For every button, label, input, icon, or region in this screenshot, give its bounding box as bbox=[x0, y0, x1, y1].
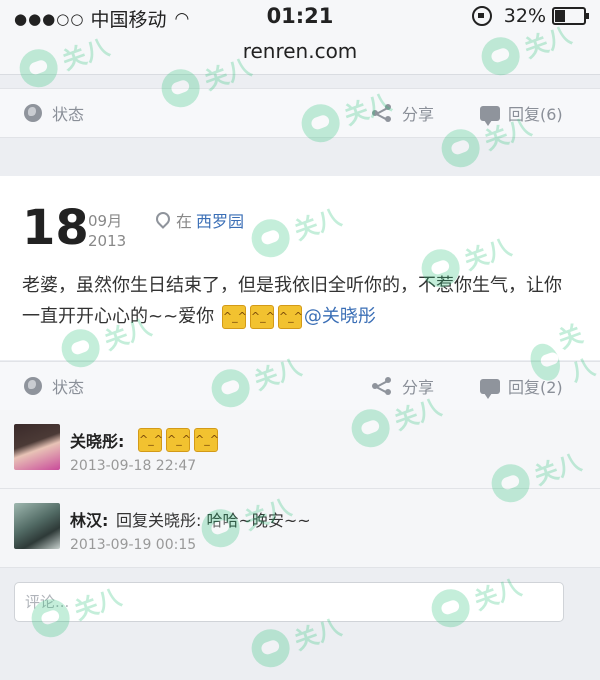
post-action-bar: 状态 分享 回复(2) bbox=[0, 361, 600, 411]
reply-button[interactable]: 回复(6) bbox=[480, 89, 563, 137]
status-right: 32% bbox=[471, 5, 589, 27]
comment-time: 2013-09-18 22:47 bbox=[70, 458, 197, 474]
comment-bubble-icon bbox=[480, 378, 500, 399]
emoji-face-icon: ^_^ bbox=[194, 428, 219, 452]
location-pin-icon bbox=[153, 209, 173, 229]
comment-input-area bbox=[0, 568, 600, 642]
post-reply-button[interactable]: 回复(2) bbox=[480, 362, 563, 410]
post-year: 2013 bbox=[88, 232, 127, 250]
status-bar: ●●●○○ 中国移动 ◠ 01:21 32% bbox=[0, 0, 600, 34]
battery-icon bbox=[552, 7, 589, 25]
url-text[interactable]: renren.com bbox=[243, 39, 358, 63]
share-icon bbox=[372, 104, 394, 122]
avatar[interactable] bbox=[14, 503, 60, 549]
globe-icon bbox=[24, 377, 42, 395]
comment-input[interactable] bbox=[14, 582, 564, 622]
post-status-button[interactable]: 状态 bbox=[24, 362, 84, 410]
emoji-face-icon: ^_^ bbox=[166, 428, 191, 452]
post-day: 18 bbox=[22, 200, 89, 256]
address-bar[interactable]: renren.com bbox=[0, 34, 600, 75]
share-button[interactable]: 分享 bbox=[372, 89, 434, 137]
post-content: 老婆，虽然你生日结束了，但是我依旧全听你的，不惹你生气，让你一直开开心心的~~爱… bbox=[22, 270, 577, 332]
comment-item: 关晓彤: ^_^ ^_^ ^_^ 2013-09-18 22:47 bbox=[0, 410, 600, 489]
emoji-face-icon: ^_^ bbox=[138, 428, 163, 452]
globe-icon bbox=[24, 104, 42, 122]
top-action-bar: 状态 分享 回复(6) bbox=[0, 88, 600, 138]
share-label: 分享 bbox=[402, 105, 435, 124]
post-card: 18 09月 2013 在 西罗园 老婆，虽然你生日结束了，但是我依旧全听你的，… bbox=[0, 176, 600, 360]
post-share-button[interactable]: 分享 bbox=[372, 362, 434, 410]
comment-author[interactable]: 关晓彤: bbox=[70, 428, 124, 452]
post-reply-label: 回复(2) bbox=[508, 378, 563, 397]
post-share-label: 分享 bbox=[402, 378, 435, 397]
avatar[interactable] bbox=[14, 424, 60, 470]
mention-link[interactable]: @关晓彤 bbox=[304, 306, 376, 327]
status-button[interactable]: 状态 bbox=[24, 89, 84, 137]
comment-text: ^_^ ^_^ ^_^ bbox=[136, 428, 220, 452]
rotation-lock-icon bbox=[471, 6, 492, 26]
post-month: 09月 bbox=[88, 212, 123, 230]
location-prefix: 在 bbox=[176, 212, 193, 231]
share-icon bbox=[372, 377, 394, 395]
comment-item: 林汉: 回复关晓彤: 哈哈~晚安~~ 2013-09-19 00:15 bbox=[0, 489, 600, 568]
comment-bubble-icon bbox=[480, 105, 500, 126]
comment-author[interactable]: 林汉: bbox=[70, 507, 108, 531]
emoji-face-icon: ^_^ bbox=[221, 305, 247, 329]
battery-percent: 32% bbox=[503, 5, 546, 27]
post-status-label: 状态 bbox=[52, 378, 85, 397]
emoji-face-icon: ^_^ bbox=[249, 305, 275, 329]
emoji-face-icon: ^_^ bbox=[277, 305, 303, 329]
comment-time: 2013-09-19 00:15 bbox=[70, 537, 197, 553]
comment-text: 回复关晓彤: 哈哈~晚安~~ bbox=[116, 511, 311, 530]
location-link[interactable]: 西罗园 bbox=[196, 208, 244, 232]
status-label: 状态 bbox=[52, 105, 85, 124]
reply-label: 回复(6) bbox=[508, 105, 563, 124]
